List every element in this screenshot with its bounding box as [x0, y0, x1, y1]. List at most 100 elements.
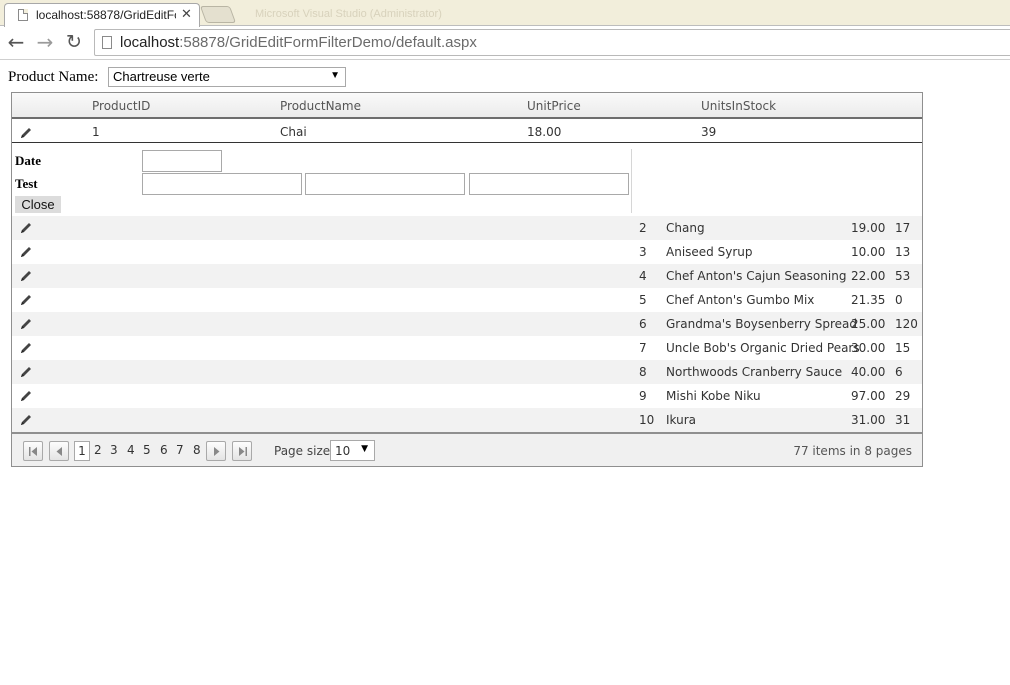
table-row[interactable]: 9 Mishi Kobe Niku 97.00 29 — [12, 384, 922, 408]
back-arrow-icon[interactable]: ← — [4, 29, 28, 55]
edit-pencil-icon[interactable] — [19, 269, 33, 283]
cell-productname: Mishi Kobe Niku — [666, 389, 761, 403]
edit-pencil-icon[interactable] — [19, 221, 33, 235]
page-number-link[interactable]: 4 — [127, 443, 135, 457]
page-number-link[interactable]: 6 — [160, 443, 168, 457]
cell-productname: Ikura — [666, 413, 697, 427]
edit-pencil-icon[interactable] — [19, 413, 33, 427]
url-path: :58878/GridEditFormFilterDemo/default.as… — [179, 34, 477, 51]
edit-pencil-icon[interactable] — [19, 365, 33, 379]
background-tab-text: Microsoft Visual Studio (Administrator) — [255, 8, 442, 20]
cell-productname: Grandma's Boysenberry Spread — [666, 317, 857, 331]
cell-unitsinstock: 0 — [895, 293, 903, 307]
cell-unitsinstock: 120 — [895, 317, 918, 331]
cell-unitsinstock: 6 — [895, 365, 903, 379]
cell-unitsinstock: 39 — [701, 125, 717, 139]
next-page-button[interactable] — [206, 441, 226, 461]
table-row[interactable]: 8 Northwoods Cranberry Sauce 40.00 6 — [12, 360, 922, 384]
edit-pencil-icon[interactable] — [19, 341, 33, 355]
browser-toolbar: ← → ↻ localhost:58878/GridEditFormFilter… — [0, 27, 1010, 60]
edit-pencil-icon[interactable] — [19, 293, 33, 307]
table-row[interactable]: 5 Chef Anton's Gumbo Mix 21.35 0 — [12, 288, 922, 312]
test-input-3[interactable] — [469, 173, 629, 195]
cell-productid: 2 — [639, 221, 647, 235]
edit-pencil-icon[interactable] — [19, 389, 33, 403]
cell-productname: Chang — [666, 221, 705, 235]
cell-unitprice: 21.35 — [851, 293, 886, 307]
browser-tab-active[interactable]: localhost:58878/GridEditFc ✕ — [4, 3, 200, 27]
cell-productid: 3 — [639, 245, 647, 259]
cell-productname: Uncle Bob's Organic Dried Pears — [666, 341, 860, 355]
edit-pencil-icon[interactable] — [19, 245, 33, 259]
edit-pencil-icon[interactable] — [19, 317, 33, 331]
url-text: localhost:58878/GridEditFormFilterDemo/d… — [120, 34, 477, 51]
test-label: Test — [15, 176, 38, 191]
first-page-button[interactable] — [23, 441, 43, 461]
last-page-icon — [239, 447, 247, 456]
column-header-unitprice[interactable]: UnitPrice — [527, 99, 581, 113]
edited-row: 1 Chai 18.00 39 — [12, 121, 922, 143]
page-size-label: Page size: — [274, 444, 335, 458]
address-bar[interactable]: localhost:58878/GridEditFormFilterDemo/d… — [94, 29, 1010, 56]
column-header-unitsinstock[interactable]: UnitsInStock — [701, 99, 776, 113]
table-row[interactable]: 4 Chef Anton's Cajun Seasoning 22.00 53 — [12, 264, 922, 288]
pager-info: 77 items in 8 pages — [793, 444, 912, 458]
cell-productid: 8 — [639, 365, 647, 379]
prev-page-icon — [56, 447, 62, 456]
cell-productname: Chef Anton's Cajun Seasoning — [666, 269, 847, 283]
cell-unitprice: 31.00 — [851, 413, 886, 427]
cell-productname: Northwoods Cranberry Sauce — [666, 365, 843, 379]
test-input-1[interactable] — [142, 173, 302, 195]
date-label: Date — [15, 153, 41, 168]
close-button[interactable]: Close — [15, 196, 61, 213]
cell-unitsinstock: 29 — [895, 389, 911, 403]
cell-unitprice: 19.00 — [851, 221, 886, 235]
cell-unitprice: 25.00 — [851, 317, 886, 331]
browser-tabstrip: Microsoft Visual Studio (Administrator) … — [0, 0, 1010, 27]
tab-close-icon[interactable]: ✕ — [181, 7, 192, 22]
table-row[interactable]: 2 Chang 19.00 17 — [12, 216, 922, 240]
date-input[interactable] — [142, 150, 222, 172]
current-page-number[interactable]: 1 — [74, 441, 90, 461]
grid-header: ProductID ProductName UnitPrice UnitsInS… — [12, 93, 922, 119]
dropdown-arrow-icon: ▼ — [361, 444, 368, 454]
edit-form: Date Test Close — [12, 144, 922, 216]
tab-title: localhost:58878/GridEditFc — [36, 8, 176, 22]
page-number-link[interactable]: 5 — [143, 443, 151, 457]
forward-arrow-icon[interactable]: → — [33, 29, 57, 55]
cell-productid: 6 — [639, 317, 647, 331]
cell-unitsinstock: 17 — [895, 221, 911, 235]
page-number-link[interactable]: 7 — [176, 443, 184, 457]
cell-unitprice: 30.00 — [851, 341, 886, 355]
table-row[interactable]: 6 Grandma's Boysenberry Spread 25.00 120 — [12, 312, 922, 336]
table-row[interactable]: 10 Ikura 31.00 31 — [12, 408, 922, 432]
grid-pager: 12345678 Page size: 10 ▼ 77 items in 8 p… — [12, 432, 922, 466]
new-tab-button[interactable] — [199, 6, 237, 23]
page-number-link[interactable]: 3 — [110, 443, 118, 457]
test-input-2[interactable] — [305, 173, 465, 195]
form-divider — [631, 149, 632, 213]
table-row[interactable]: 7 Uncle Bob's Organic Dried Pears 30.00 15 — [12, 336, 922, 360]
cell-unitsinstock: 53 — [895, 269, 911, 283]
page-icon — [102, 36, 112, 49]
grid-rows: 2 Chang 19.00 17 3 Aniseed Syrup 10.00 13 4 Chef … — [12, 216, 922, 432]
cell-productid: 10 — [639, 413, 655, 427]
page-number-link[interactable]: 2 — [94, 443, 102, 457]
column-header-productid[interactable]: ProductID — [92, 99, 150, 113]
page-size-select[interactable]: 10 ▼ — [330, 440, 375, 461]
reload-icon[interactable]: ↻ — [62, 29, 86, 55]
url-host: localhost — [120, 34, 180, 51]
cell-productid: 4 — [639, 269, 647, 283]
product-name-select[interactable]: Chartreuse verte ▼ — [108, 67, 346, 87]
cell-productname: Chai — [280, 125, 307, 139]
cell-productid: 1 — [92, 125, 100, 139]
edit-pencil-icon[interactable] — [19, 126, 33, 140]
table-row[interactable]: 3 Aniseed Syrup 10.00 13 — [12, 240, 922, 264]
cell-productname: Aniseed Syrup — [666, 245, 753, 259]
page-number-link[interactable]: 8 — [193, 443, 201, 457]
cell-productname: Chef Anton's Gumbo Mix — [666, 293, 815, 307]
prev-page-button[interactable] — [49, 441, 69, 461]
product-name-selected: Chartreuse verte — [113, 69, 210, 84]
column-header-productname[interactable]: ProductName — [280, 99, 361, 113]
last-page-button[interactable] — [232, 441, 252, 461]
